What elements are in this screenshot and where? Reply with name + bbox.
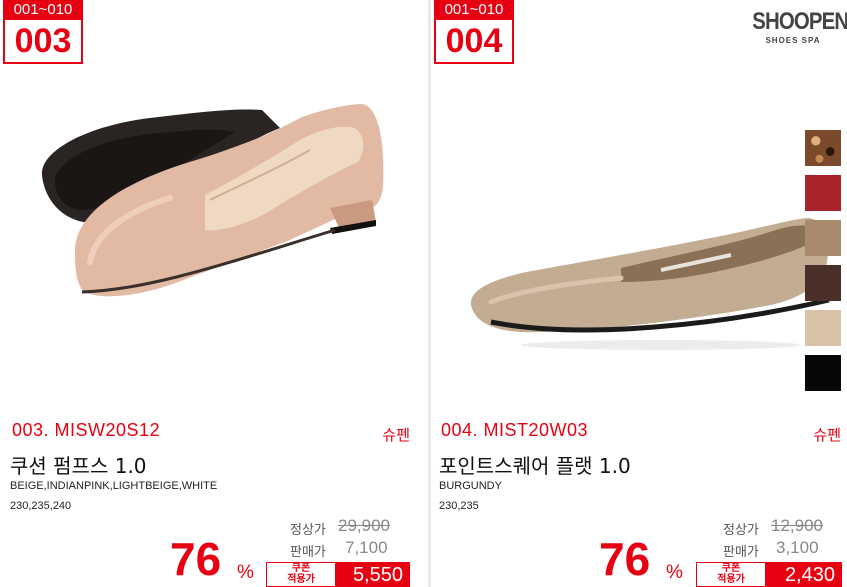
- sale-price-label: 판매가: [723, 545, 759, 560]
- swatch-leopard[interactable]: [805, 130, 841, 166]
- product-image-area[interactable]: 001~010 003: [0, 0, 428, 410]
- rank-number: 003: [3, 20, 83, 64]
- brand-logo: SHOOPEN SHOES SPA: [745, 8, 847, 45]
- percent-sign: %: [237, 562, 254, 583]
- coupon-label-line2: 적용가: [287, 574, 315, 585]
- product-card-004[interactable]: 001~010 004 SHOOPEN SHOES SPA 004. MIST2…: [431, 0, 847, 587]
- discount-percent: 76: [170, 533, 222, 585]
- rank-range: 001~010: [434, 0, 514, 20]
- coupon-price-box: 쿠폰 적용가 2,430: [696, 562, 842, 587]
- swatch-black[interactable]: [805, 355, 841, 391]
- rank-number: 004: [434, 20, 514, 64]
- product-name[interactable]: 포인트스퀘어 플랫 1.0: [439, 450, 631, 479]
- product-code[interactable]: 004. MIST20W03: [441, 420, 588, 441]
- coupon-label-line1: 쿠폰: [291, 563, 311, 574]
- regular-price-label: 정상가: [290, 523, 326, 538]
- product-image-area[interactable]: 001~010 004 SHOOPEN SHOES SPA: [431, 0, 847, 410]
- brand-tag: 슈펜: [813, 426, 841, 444]
- sale-price: 3,100: [776, 538, 819, 557]
- sale-price: 7,100: [345, 538, 388, 557]
- swatch-light-beige[interactable]: [805, 310, 841, 346]
- regular-price: 12,900: [771, 516, 823, 535]
- coupon-price-box: 쿠폰 적용가 5,550: [266, 562, 410, 587]
- swatch-tan[interactable]: [805, 220, 841, 256]
- coupon-label-line1: 쿠폰: [721, 563, 741, 574]
- color-options: BURGUNDY: [439, 480, 502, 492]
- size-options: 230,235,240: [10, 500, 72, 512]
- coupon-label: 쿠폰 적용가: [697, 563, 765, 586]
- sale-price-label: 판매가: [290, 545, 326, 560]
- color-options: BEIGE,INDIANPINK,LIGHTBEIGE,WHITE: [10, 480, 218, 492]
- rank-range: 001~010: [3, 0, 83, 20]
- coupon-price: 2,430: [784, 564, 835, 586]
- product-name[interactable]: 쿠션 펌프스 1.0: [10, 450, 147, 479]
- coupon-label: 쿠폰 적용가: [267, 563, 335, 586]
- rank-badge: 001~010 003: [3, 0, 83, 64]
- percent-sign: %: [666, 562, 683, 583]
- coupon-price: 5,550: [352, 564, 403, 586]
- brand-logo-text: SHOOPEN: [752, 8, 847, 35]
- brand-tag: 슈펜: [382, 426, 410, 444]
- rank-badge: 001~010 004: [434, 0, 514, 64]
- swatch-red[interactable]: [805, 175, 841, 211]
- regular-price-label: 정상가: [723, 523, 759, 538]
- product-code[interactable]: 003. MISW20S12: [12, 420, 160, 441]
- product-card-003[interactable]: 001~010 003 003. MISW20S12 슈펜 쿠션 펌프스 1.0…: [0, 0, 428, 587]
- coupon-label-line2: 적용가: [717, 574, 745, 585]
- color-swatch-list: [805, 130, 841, 400]
- swatch-dark-brown[interactable]: [805, 265, 841, 301]
- regular-price: 29,900: [338, 516, 390, 535]
- discount-percent: 76: [599, 533, 651, 585]
- brand-logo-subtext: SHOES SPA: [765, 36, 821, 45]
- size-options: 230,235: [439, 500, 479, 512]
